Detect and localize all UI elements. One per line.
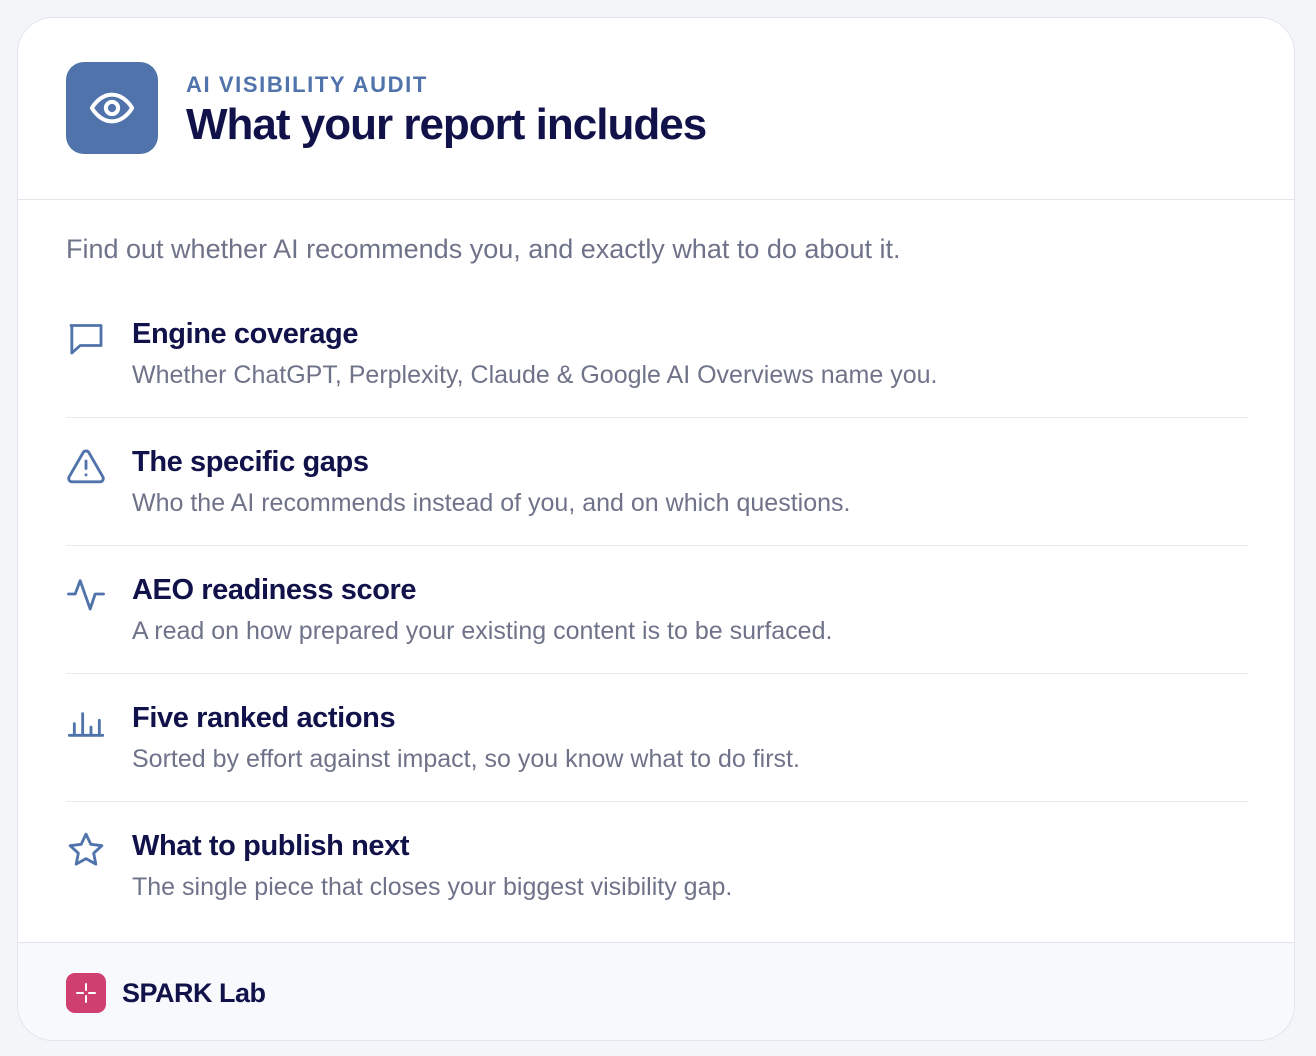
feature-description: Who the AI recommends instead of you, an… [132,489,851,517]
feature-item-specific-gaps: The specific gaps Who the AI recommends … [66,418,1248,546]
chat-bubble-icon [66,318,106,358]
intro-text: Find out whether AI recommends you, and … [66,234,901,264]
brand-name: SPARK Lab [122,978,266,1008]
feature-description: Sorted by effort against impact, so you … [132,745,800,773]
activity-pulse-icon [66,574,106,614]
card-footer: SPARK Lab [18,942,1294,1040]
spark-logo-icon [66,973,106,1013]
feature-description: Whether ChatGPT, Perplexity, Claude & Go… [132,361,938,389]
feature-title: Five ranked actions [132,702,396,734]
feature-item-ranked-actions: Five ranked actions Sorted by effort aga… [66,674,1248,802]
warning-triangle-icon [66,446,106,486]
star-icon [66,830,106,870]
feature-item-aeo-readiness: AEO readiness score A read on how prepar… [66,546,1248,674]
feature-description: The single piece that closes your bigges… [132,873,733,901]
feature-item-engine-coverage: Engine coverage Whether ChatGPT, Perplex… [66,290,1248,418]
page-title: What your report includes [186,100,707,149]
card-header: AI VISIBILITY AUDIT What your report inc… [18,18,1294,200]
feature-title: AEO readiness score [132,574,417,606]
feature-item-publish-next: What to publish next The single piece th… [66,802,1248,930]
feature-list: Engine coverage Whether ChatGPT, Perplex… [66,290,1248,930]
eyebrow-label: AI VISIBILITY AUDIT [186,72,428,97]
feature-description: A read on how prepared your existing con… [132,617,833,645]
report-card: AI VISIBILITY AUDIT What your report inc… [17,17,1295,1041]
feature-title: What to publish next [132,830,410,862]
eye-icon [66,62,158,154]
feature-title: The specific gaps [132,446,369,478]
feature-title: Engine coverage [132,318,359,350]
bar-chart-icon [66,702,106,742]
